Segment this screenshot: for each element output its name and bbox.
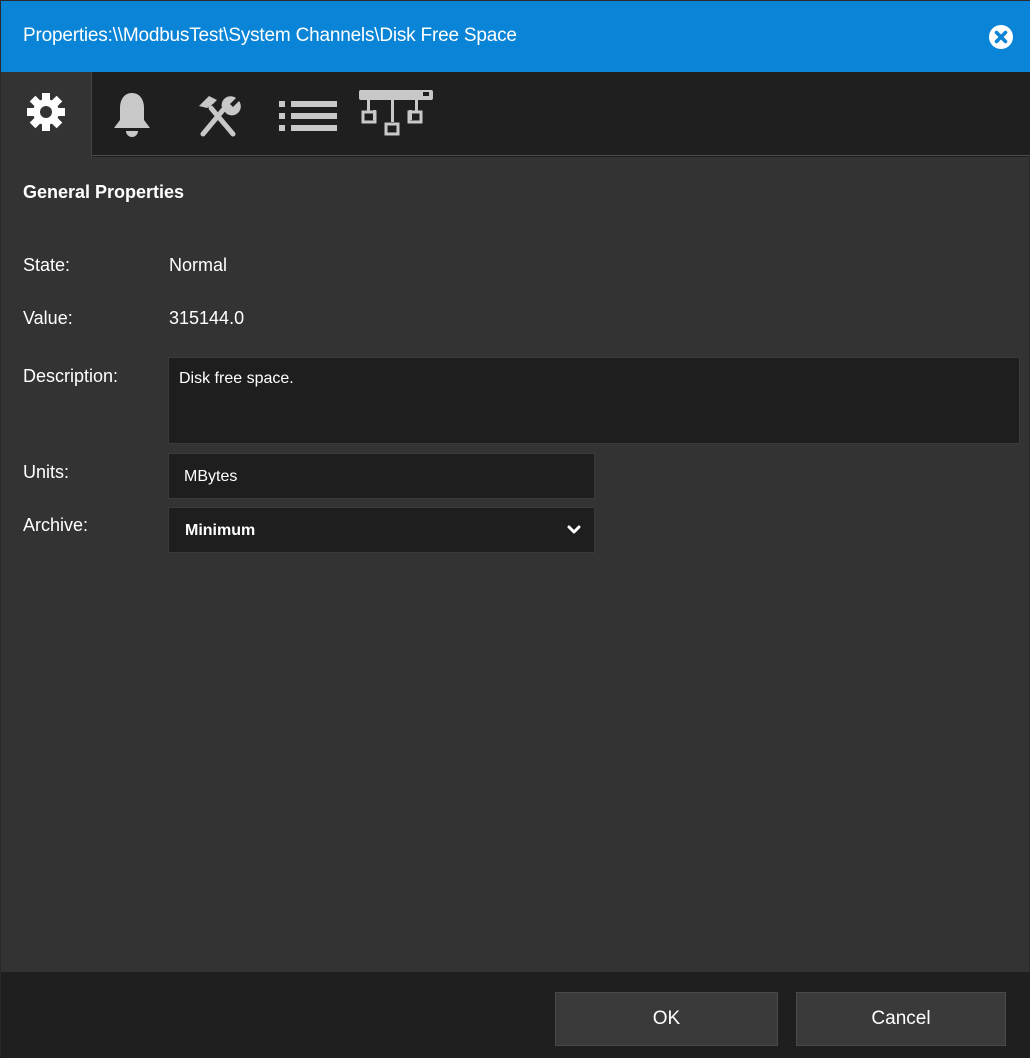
dialog-title: Properties:\\ModbusTest\System Channels\… <box>23 25 517 46</box>
dialog-footer: OK Cancel <box>1 972 1030 1058</box>
units-field[interactable]: MBytes <box>168 453 595 499</box>
tab-configuration[interactable] <box>187 72 259 157</box>
tab-divider <box>92 155 1030 156</box>
tools-icon <box>199 96 241 137</box>
value-label: Value: <box>23 308 73 328</box>
network-icon <box>359 90 433 136</box>
state-value: Normal <box>169 255 228 275</box>
chevron-down-icon <box>567 525 581 534</box>
properties-dialog: Properties:\\ModbusTest\System Channels\… <box>0 0 1030 1058</box>
value-value: 315144.0 <box>169 308 245 328</box>
cancel-button[interactable]: Cancel <box>796 992 1006 1046</box>
tab-network[interactable] <box>353 72 437 157</box>
description-field[interactable]: Disk free space. <box>168 357 1020 444</box>
state-label: State: <box>23 255 71 275</box>
tab-details[interactable] <box>269 72 349 157</box>
archive-select[interactable]: Minimum <box>168 507 595 553</box>
title-bar[interactable]: Properties:\\ModbusTest\System Channels\… <box>1 1 1030 72</box>
section-title: General Properties <box>23 182 185 202</box>
close-button[interactable] <box>989 25 1013 49</box>
bell-icon <box>114 93 150 137</box>
description-label: Description: <box>23 366 119 386</box>
ok-button[interactable]: OK <box>555 992 778 1046</box>
tab-alarms[interactable] <box>103 72 175 157</box>
tab-general[interactable] <box>1 72 92 157</box>
close-icon <box>994 30 1008 44</box>
archive-label: Archive: <box>23 515 89 535</box>
gear-icon <box>27 93 65 131</box>
units-value: MBytes <box>184 468 238 485</box>
tab-bar <box>1 72 1030 157</box>
units-label: Units: <box>23 462 70 482</box>
archive-selected-value: Minimum <box>185 522 256 539</box>
list-icon <box>279 101 337 131</box>
